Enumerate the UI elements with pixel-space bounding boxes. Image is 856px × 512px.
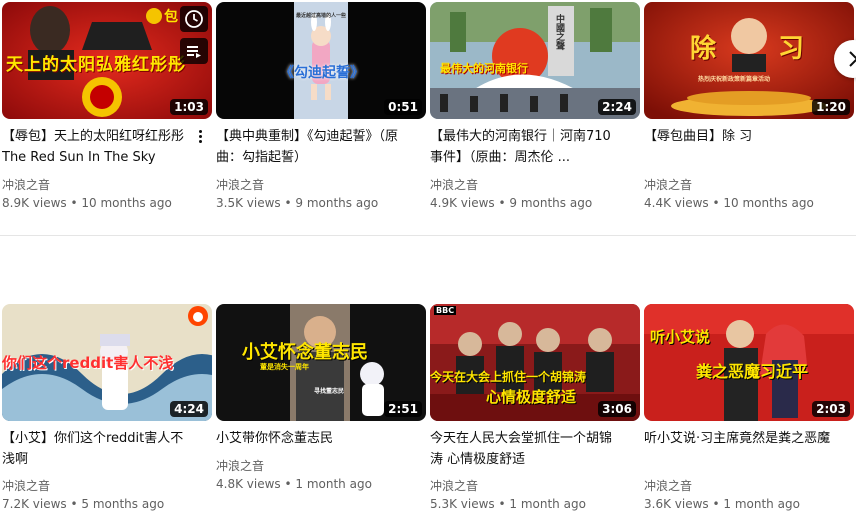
duration-badge: 2:51	[384, 401, 422, 417]
thumbnail-subcaption: 最近越过高墙的人一些	[296, 13, 347, 19]
thumbnail-subcaption-2: 寻找董志民	[314, 388, 345, 395]
chevron-right-icon	[849, 51, 856, 67]
meta-separator: •	[498, 196, 506, 210]
video-card[interactable]: 最近越过高墙的人一些 《勾迪起誓》 0:51 【典中典重制】《勾迪起誓》（原曲：…	[216, 2, 428, 217]
video-metadata: 4.4K views • 10 months ago	[644, 195, 814, 211]
channel-name[interactable]: 冲浪之音	[430, 478, 478, 494]
channel-logo: BBC	[434, 306, 457, 315]
view-count: 8.9K views	[2, 196, 67, 210]
thumbnail-sign: 中國之聲	[554, 14, 564, 50]
meta-separator: •	[70, 196, 78, 210]
duration-badge: 0:51	[384, 99, 422, 115]
thumbnail-caption: 今天在大会上抓住一个胡锦涛	[430, 370, 587, 384]
upload-age: 1 month ago	[295, 477, 372, 491]
video-card[interactable]: 小艾怀念董志民 董是消失一周年 寻找董志民 2:51 小艾带你怀念董志民 冲浪之…	[216, 304, 428, 512]
channel-name[interactable]: 冲浪之音	[644, 177, 692, 193]
video-metadata: 3.6K views • 1 month ago	[644, 496, 800, 512]
thumbnail-subcaption: 董是消失一周年	[260, 363, 309, 371]
upload-age: 10 months ago	[723, 196, 814, 210]
upload-age: 5 months ago	[81, 497, 165, 511]
view-count: 7.2K views	[2, 497, 67, 511]
channel-name[interactable]: 冲浪之音	[216, 458, 264, 474]
video-thumbnail[interactable]: 最近越过高墙的人一些 《勾迪起誓》 0:51	[216, 2, 426, 119]
duration-badge: 2:24	[598, 99, 636, 115]
channel-name[interactable]: 冲浪之音	[216, 177, 264, 193]
upload-age: 9 months ago	[509, 196, 593, 210]
video-thumbnail[interactable]: 听小艾说 粪之恶魔习近平 2:03	[644, 304, 854, 421]
video-card[interactable]: BBC 今天在大会上抓住一个胡锦涛 心情极度舒适 3:06 今天在人民大会堂抓住…	[430, 304, 642, 512]
view-count: 3.5K views	[216, 196, 281, 210]
thumbnail-caption: 天上的太阳弘雅红彤彤	[6, 55, 186, 75]
thumbnail-caption: 听小艾说	[650, 328, 711, 346]
video-metadata: 3.5K views • 9 months ago	[216, 195, 378, 211]
meta-separator: •	[70, 497, 78, 511]
view-count: 3.6K views	[644, 497, 709, 511]
clock-icon	[185, 10, 203, 28]
video-thumbnail[interactable]: 除 习 热烈庆祝新政策新篇章活动 1:20	[644, 2, 854, 119]
thumbnail-caption: 最伟大的河南银行	[440, 62, 528, 75]
duration-badge: 3:06	[598, 401, 636, 417]
upload-age: 9 months ago	[295, 196, 379, 210]
video-title[interactable]: 【典中典重制】《勾迪起誓》（原曲：勾指起誓）	[216, 126, 404, 168]
video-title[interactable]: 【最伟大的河南银行｜河南710事件】（原曲：周杰伦 ...	[430, 126, 618, 168]
queue-icon	[187, 46, 201, 58]
section-divider	[0, 235, 856, 236]
add-to-queue-button[interactable]	[180, 38, 208, 64]
video-metadata: 4.8K views • 1 month ago	[216, 476, 372, 492]
more-vert-icon	[194, 130, 206, 143]
watch-later-button[interactable]	[180, 6, 208, 32]
channel-name[interactable]: 冲浪之音	[644, 478, 692, 494]
view-count: 5.3K views	[430, 497, 495, 511]
thumbnail-caption-2: 心情极度舒适	[486, 388, 577, 406]
video-title[interactable]: 听小艾说·习主席竟然是粪之恶魔	[644, 428, 832, 449]
view-count: 4.9K views	[430, 196, 495, 210]
video-title[interactable]: 今天在人民大会堂抓住一个胡锦涛 心情极度舒适	[430, 428, 618, 470]
video-card[interactable]: 听小艾说 粪之恶魔习近平 2:03 听小艾说·习主席竟然是粪之恶魔 冲浪之音 3…	[644, 304, 856, 512]
view-count: 4.8K views	[216, 477, 281, 491]
meta-separator: •	[712, 196, 720, 210]
video-card[interactable]: 除 习 热烈庆祝新政策新篇章活动 1:20 【辱包曲目】除 习 冲浪之音 4.4…	[644, 2, 856, 217]
video-thumbnail[interactable]: 中國之聲 最伟大的河南银行 2:24	[430, 2, 640, 119]
video-metadata: 4.9K views • 9 months ago	[430, 195, 592, 211]
duration-badge: 2:03	[812, 401, 850, 417]
video-title[interactable]: 【辱包曲目】除 习	[644, 126, 832, 147]
thumbnail-subcaption: 热烈庆祝新政策新篇章活动	[698, 76, 771, 83]
video-title[interactable]: 【小艾】你们这个reddit害人不浅啊	[2, 428, 190, 470]
meta-separator: •	[712, 497, 720, 511]
video-metadata: 5.3K views • 1 month ago	[430, 496, 586, 512]
video-thumbnail[interactable]: 天上的太阳弘雅红彤彤 包 1:03	[2, 2, 212, 119]
video-metadata: 7.2K views • 5 months ago	[2, 496, 164, 512]
thumbnail-caption: 《勾迪起誓》	[280, 65, 364, 81]
meta-separator: •	[498, 497, 506, 511]
video-title[interactable]: 【辱包】天上的太阳红呀红彤彤 The Red Sun In The Sky	[2, 126, 190, 168]
thumbnail-badge: 包	[164, 9, 178, 25]
video-title[interactable]: 小艾带你怀念董志民	[216, 428, 404, 449]
video-thumbnail[interactable]: 你们这个reddit害人不浅 4:24	[2, 304, 212, 421]
meta-separator: •	[284, 477, 292, 491]
duration-badge: 1:03	[170, 99, 208, 115]
view-count: 4.4K views	[644, 196, 709, 210]
video-metadata: 8.9K views • 10 months ago	[2, 195, 172, 211]
next-button[interactable]	[834, 40, 856, 78]
video-thumbnail[interactable]: BBC 今天在大会上抓住一个胡锦涛 心情极度舒适 3:06	[430, 304, 640, 421]
thumbnail-caption-2: 粪之恶魔习近平	[696, 362, 809, 381]
meta-separator: •	[284, 196, 292, 210]
duration-badge: 1:20	[812, 99, 850, 115]
thumbnail-caption-left: 除	[690, 34, 717, 64]
channel-name[interactable]: 冲浪之音	[430, 177, 478, 193]
duration-badge: 4:24	[170, 401, 208, 417]
thumbnail-caption: 小艾怀念董志民	[242, 342, 368, 363]
upload-age: 1 month ago	[509, 497, 586, 511]
upload-age: 1 month ago	[723, 497, 800, 511]
upload-age: 10 months ago	[81, 196, 172, 210]
thumbnail-caption: 你们这个reddit害人不浅	[2, 354, 174, 372]
more-options-button[interactable]	[194, 128, 206, 148]
thumbnail-caption-right: 习	[778, 34, 805, 64]
video-card[interactable]: 天上的太阳弘雅红彤彤 包 1:03 【辱包】天上的太阳红呀红彤彤 The Red…	[2, 2, 214, 217]
video-card[interactable]: 你们这个reddit害人不浅 4:24 【小艾】你们这个reddit害人不浅啊 …	[2, 304, 214, 512]
video-card[interactable]: 中國之聲 最伟大的河南银行 2:24 【最伟大的河南银行｜河南710事件】（原曲…	[430, 2, 642, 217]
channel-name[interactable]: 冲浪之音	[2, 478, 50, 494]
video-thumbnail[interactable]: 小艾怀念董志民 董是消失一周年 寻找董志民 2:51	[216, 304, 426, 421]
channel-name[interactable]: 冲浪之音	[2, 177, 50, 193]
